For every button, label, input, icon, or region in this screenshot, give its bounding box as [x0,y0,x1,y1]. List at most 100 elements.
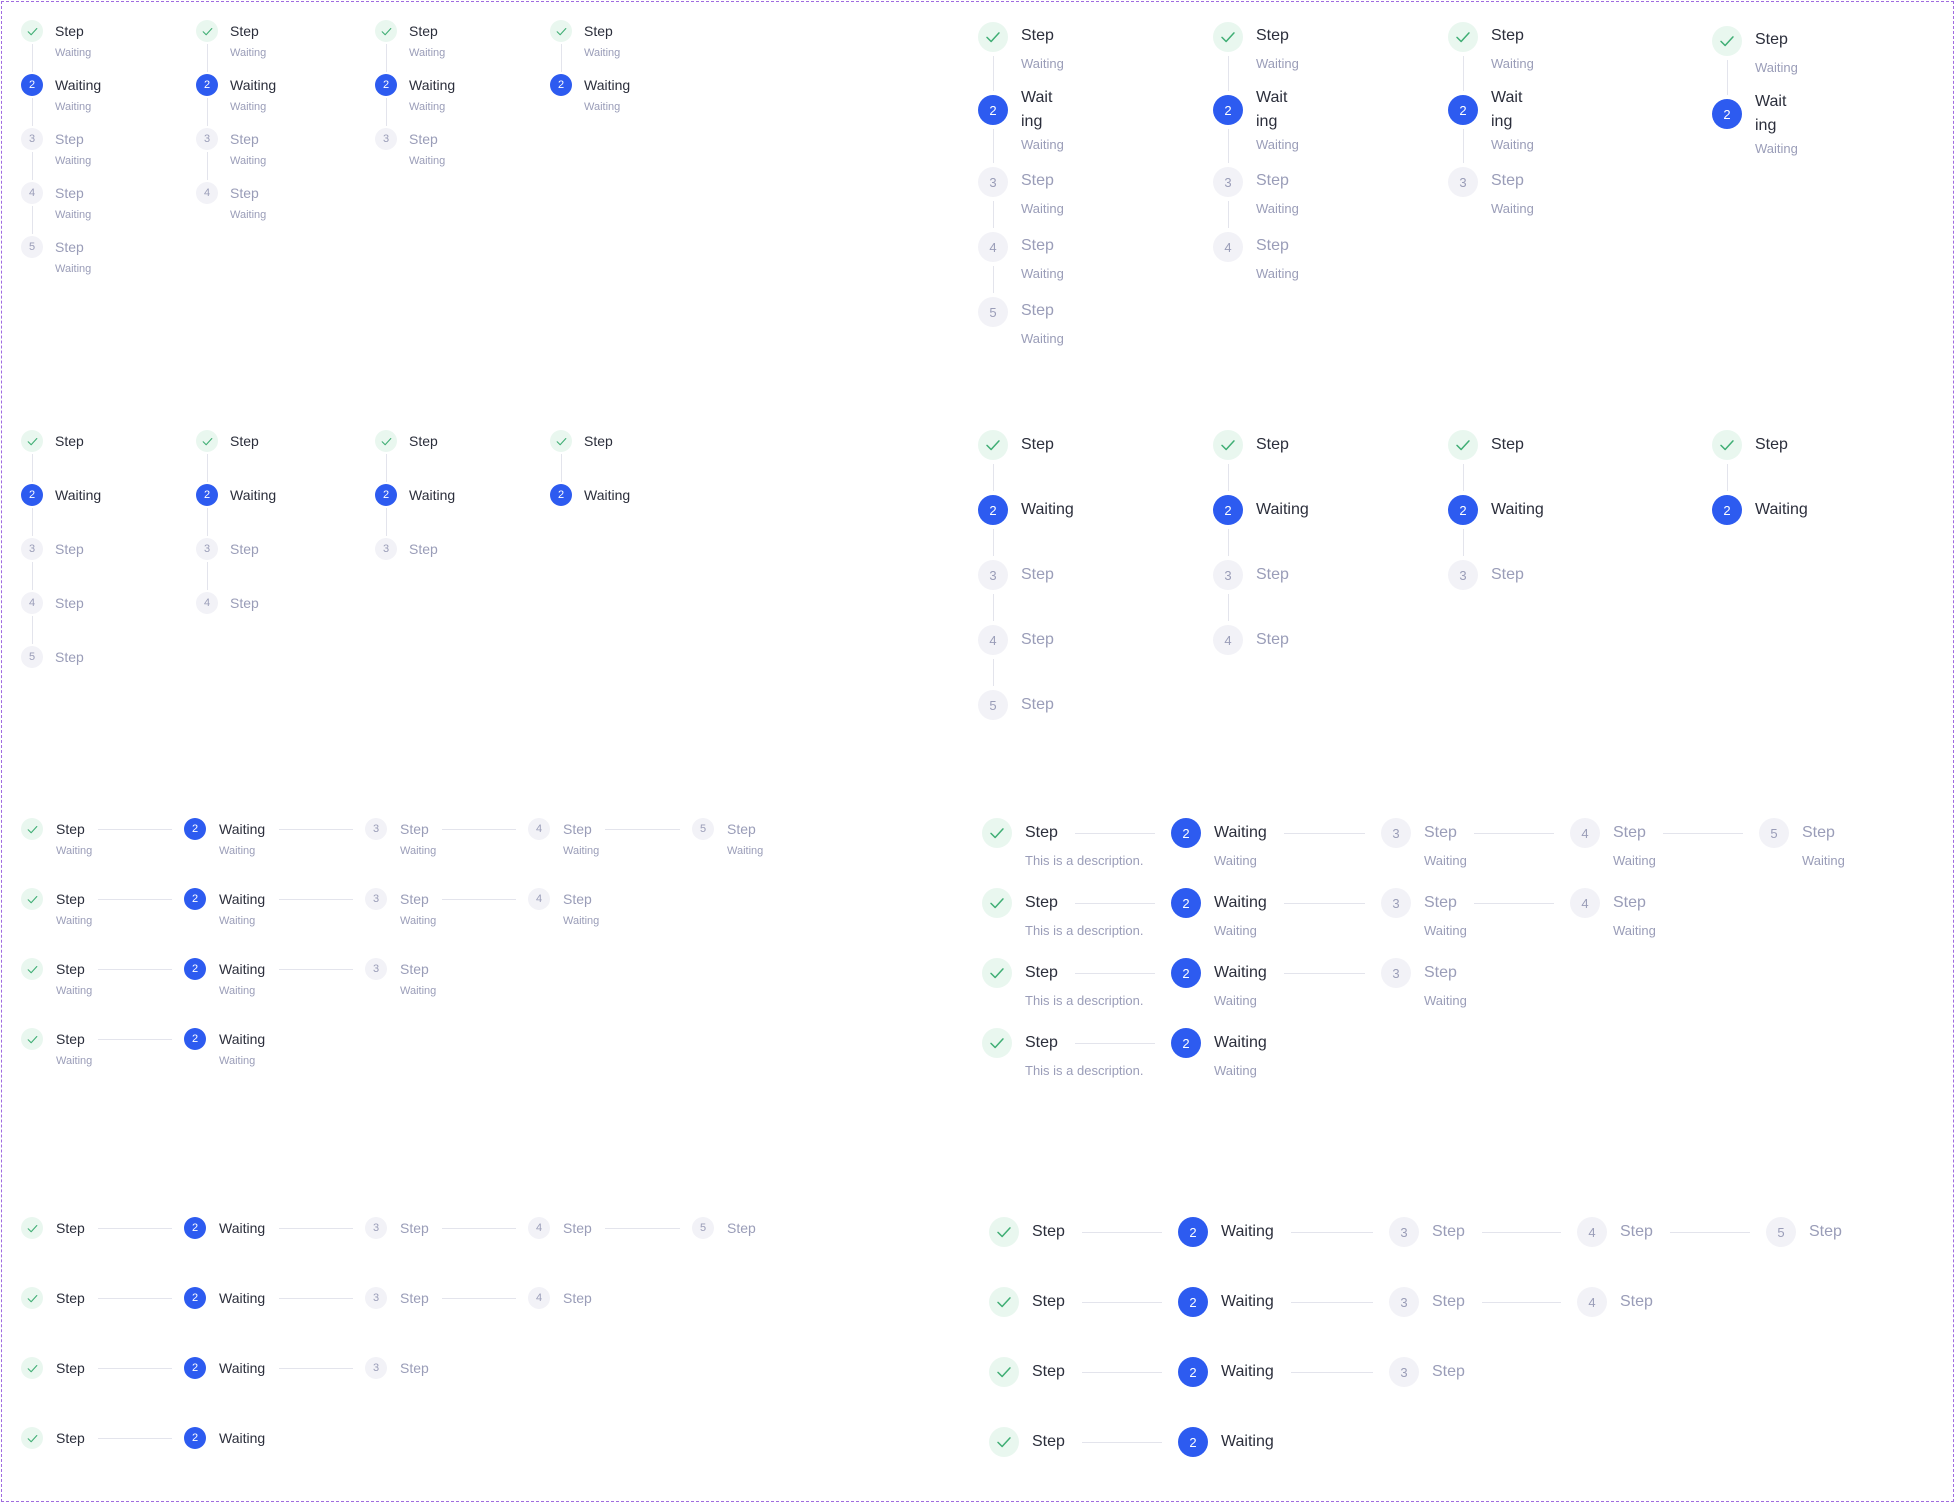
step-1-indicator[interactable] [1712,26,1742,56]
step-1-indicator[interactable] [21,1287,43,1309]
step-1-indicator[interactable] [21,958,43,980]
step-1-indicator[interactable] [982,818,1012,848]
step-2-indicator[interactable]: 2 [184,888,206,910]
step-1-indicator[interactable] [989,1287,1019,1317]
step-1-indicator[interactable] [375,430,397,452]
step-3-indicator[interactable]: 3 [1213,560,1243,590]
step-3-indicator[interactable]: 3 [1389,1217,1419,1247]
step-2-indicator[interactable]: 2 [1171,958,1201,988]
step-3-indicator[interactable]: 3 [196,538,218,560]
step-4-indicator[interactable]: 4 [21,182,43,204]
step-4-indicator[interactable]: 4 [1577,1287,1607,1317]
step-4-indicator[interactable]: 4 [196,182,218,204]
step-2-indicator[interactable]: 2 [184,1427,206,1449]
step-2-indicator[interactable]: 2 [1178,1287,1208,1317]
step-1-indicator[interactable] [375,20,397,42]
step-5-indicator[interactable]: 5 [21,646,43,668]
step-1-indicator[interactable] [1213,22,1243,52]
step-1-indicator[interactable] [21,818,43,840]
step-4-indicator[interactable]: 4 [1577,1217,1607,1247]
step-5-indicator[interactable]: 5 [1759,818,1789,848]
step-2-indicator[interactable]: 2 [184,958,206,980]
step-3-indicator[interactable]: 3 [1448,167,1478,197]
step-5-indicator[interactable]: 5 [1766,1217,1796,1247]
step-2-indicator[interactable]: 2 [1213,95,1243,125]
step-1-indicator[interactable] [21,888,43,910]
step-2-indicator[interactable]: 2 [1712,495,1742,525]
step-2-indicator[interactable]: 2 [1178,1427,1208,1457]
step-3-indicator[interactable]: 3 [21,538,43,560]
step-4-indicator[interactable]: 4 [978,625,1008,655]
step-5-indicator[interactable]: 5 [21,236,43,258]
step-2-indicator[interactable]: 2 [21,74,43,96]
step-1-indicator[interactable] [1213,430,1243,460]
step-1-indicator[interactable] [196,20,218,42]
step-3-indicator[interactable]: 3 [365,1287,387,1309]
step-2-indicator[interactable]: 2 [1712,99,1742,129]
step-3-indicator[interactable]: 3 [365,1357,387,1379]
step-3-indicator[interactable]: 3 [21,128,43,150]
step-2-indicator[interactable]: 2 [1171,1028,1201,1058]
step-3-indicator[interactable]: 3 [1389,1357,1419,1387]
step-3-indicator[interactable]: 3 [1213,167,1243,197]
step-2-indicator[interactable]: 2 [978,95,1008,125]
step-2-indicator[interactable]: 2 [196,484,218,506]
step-5-indicator[interactable]: 5 [978,297,1008,327]
step-1-indicator[interactable] [989,1427,1019,1457]
step-2-indicator[interactable]: 2 [184,1028,206,1050]
step-4-indicator[interactable]: 4 [978,232,1008,262]
step-2-indicator[interactable]: 2 [1448,495,1478,525]
step-1-indicator[interactable] [982,888,1012,918]
step-4-indicator[interactable]: 4 [1213,625,1243,655]
step-2-indicator[interactable]: 2 [978,495,1008,525]
step-2-indicator[interactable]: 2 [184,1217,206,1239]
step-1-indicator[interactable] [982,1028,1012,1058]
step-2-indicator[interactable]: 2 [1448,95,1478,125]
step-3-indicator[interactable]: 3 [375,538,397,560]
step-2-indicator[interactable]: 2 [1171,888,1201,918]
step-1-indicator[interactable] [978,22,1008,52]
step-1-indicator[interactable] [989,1357,1019,1387]
step-1-indicator[interactable] [196,430,218,452]
step-3-indicator[interactable]: 3 [365,888,387,910]
step-1-indicator[interactable] [21,1357,43,1379]
step-1-indicator[interactable] [550,20,572,42]
step-5-indicator[interactable]: 5 [692,1217,714,1239]
step-3-indicator[interactable]: 3 [365,1217,387,1239]
step-5-indicator[interactable]: 5 [978,690,1008,720]
step-5-indicator[interactable]: 5 [692,818,714,840]
step-2-indicator[interactable]: 2 [196,74,218,96]
step-2-indicator[interactable]: 2 [1178,1357,1208,1387]
step-1-indicator[interactable] [21,1217,43,1239]
step-3-indicator[interactable]: 3 [365,958,387,980]
step-4-indicator[interactable]: 4 [21,592,43,614]
step-2-indicator[interactable]: 2 [1213,495,1243,525]
step-4-indicator[interactable]: 4 [528,888,550,910]
step-2-indicator[interactable]: 2 [1178,1217,1208,1247]
step-1-indicator[interactable] [982,958,1012,988]
step-1-indicator[interactable] [21,1028,43,1050]
step-1-indicator[interactable] [1448,430,1478,460]
step-2-indicator[interactable]: 2 [375,484,397,506]
step-2-indicator[interactable]: 2 [21,484,43,506]
step-3-indicator[interactable]: 3 [365,818,387,840]
step-3-indicator[interactable]: 3 [1381,958,1411,988]
step-1-indicator[interactable] [1448,22,1478,52]
step-4-indicator[interactable]: 4 [196,592,218,614]
step-2-indicator[interactable]: 2 [375,74,397,96]
step-4-indicator[interactable]: 4 [1570,818,1600,848]
step-2-indicator[interactable]: 2 [184,1287,206,1309]
step-2-indicator[interactable]: 2 [550,74,572,96]
step-3-indicator[interactable]: 3 [1381,888,1411,918]
step-1-indicator[interactable] [21,20,43,42]
step-4-indicator[interactable]: 4 [528,1287,550,1309]
step-4-indicator[interactable]: 4 [1570,888,1600,918]
step-4-indicator[interactable]: 4 [528,1217,550,1239]
step-2-indicator[interactable]: 2 [1171,818,1201,848]
step-2-indicator[interactable]: 2 [550,484,572,506]
step-3-indicator[interactable]: 3 [978,560,1008,590]
step-1-indicator[interactable] [1712,430,1742,460]
step-4-indicator[interactable]: 4 [1213,232,1243,262]
step-3-indicator[interactable]: 3 [1448,560,1478,590]
step-1-indicator[interactable] [21,1427,43,1449]
